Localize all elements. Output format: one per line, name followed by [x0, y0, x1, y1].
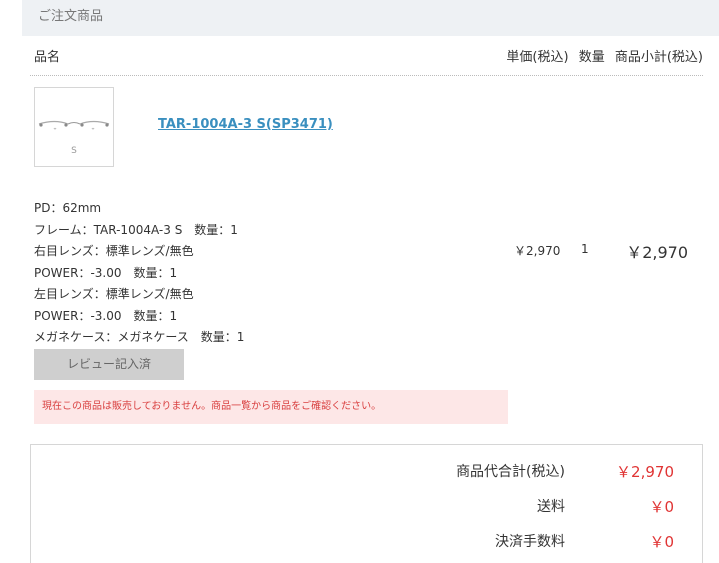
column-header-quantity: 数量: [578, 50, 605, 65]
summary-row-total: 商品代合計(税込) ￥2,970: [29, 461, 702, 481]
detail-line: 左目レンズ：標準レンズ/無色: [34, 287, 194, 301]
detail-line: 右目レンズ：標準レンズ/無色: [34, 244, 194, 258]
detail-line: フレーム：TAR-1004A-3 S 数量：1: [34, 222, 238, 237]
detail-line: POWER：-3.00 数量：1: [34, 265, 178, 280]
summary-value: ￥0: [649, 533, 674, 551]
header-divider: [30, 75, 703, 76]
summary-value: ￥2,970: [616, 463, 674, 481]
product-name-link[interactable]: TAR-1004A-3 S(SP3471): [158, 117, 333, 132]
section-header: ご注文商品: [22, 0, 719, 36]
section-title: ご注文商品: [38, 9, 104, 24]
order-items-page: ご注文商品 品名 単価(税込) 数量 商品小計(税込) S TAR-1004A-…: [0, 0, 719, 563]
review-done-button[interactable]: レビュー記入済: [34, 349, 184, 380]
thumbnail-label: S: [71, 146, 77, 156]
summary-value: ￥0: [649, 498, 674, 516]
detail-line: PD：62mm: [34, 201, 102, 215]
discontinued-notice: 現在この商品は販売しておりません。商品一覧から商品をご確認ください。: [34, 390, 508, 424]
summary-label: 決済手数料: [495, 534, 565, 550]
order-summary: 商品代合計(税込) ￥2,970 送料 ￥0 決済手数料 ￥0: [30, 444, 703, 563]
item-subtotal: ￥2,970: [626, 243, 688, 262]
detail-line: メガネケース：メガネケース 数量：1: [34, 330, 245, 344]
detail-line: POWER：-3.00 数量：1: [34, 308, 178, 323]
summary-label: 商品代合計(税込): [456, 464, 565, 480]
item-unit-price: ￥2,970: [514, 244, 561, 258]
summary-label: 送料: [537, 499, 565, 515]
item-quantity: 1: [581, 242, 589, 256]
column-header-unit-price: 単価(税込): [506, 50, 569, 65]
summary-row-payment-fee: 決済手数料 ￥0: [29, 531, 702, 551]
column-header-name: 品名: [34, 50, 61, 65]
column-headers-right: 単価(税込) 数量 商品小計(税込): [506, 46, 703, 65]
summary-row-shipping: 送料 ￥0: [29, 496, 702, 516]
product-thumbnail[interactable]: S: [34, 87, 114, 167]
column-header-subtotal: 商品小計(税込): [614, 50, 703, 65]
item-details: PD：62mm フレーム：TAR-1004A-3 S 数量：1 右目レンズ：標準…: [34, 198, 244, 349]
